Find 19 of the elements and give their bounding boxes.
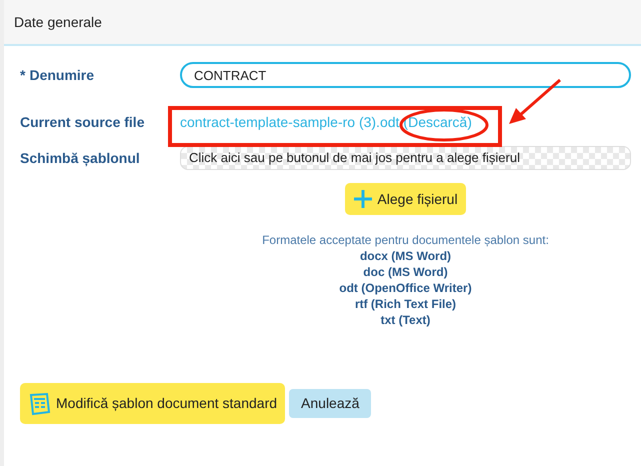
plus-icon <box>353 189 374 209</box>
field-label: Denumire <box>29 66 94 82</box>
cancel-button[interactable]: Anulează <box>289 389 372 418</box>
format-item: odt (OpenOffice Writer) <box>339 280 472 296</box>
format-item: rtf (Rich Text File) <box>354 296 456 312</box>
formats-intro: Formatele acceptate pentru documentele șablon sunt: <box>262 232 549 248</box>
format-item: docx (MS Word) <box>360 248 452 264</box>
section-title: Date generale <box>14 12 102 32</box>
required-mark: * <box>20 66 26 82</box>
choose-file-button[interactable]: Alege fișierul <box>345 183 466 215</box>
save-template-button[interactable]: Modifică șablon document standard <box>20 383 286 424</box>
document-icon <box>28 392 52 416</box>
format-item: txt (Text) <box>380 312 430 328</box>
field-label: Current source file <box>20 114 144 130</box>
name-field[interactable]: CONTRACT <box>180 62 631 88</box>
file-drop-field[interactable]: Click aici sau pe butonul de mai jos pentru a alege fișierul <box>180 146 631 170</box>
annotation-arrow <box>509 78 561 124</box>
field-label: Schimbă șablonul <box>20 150 140 166</box>
format-item: doc (MS Word) <box>363 264 448 280</box>
